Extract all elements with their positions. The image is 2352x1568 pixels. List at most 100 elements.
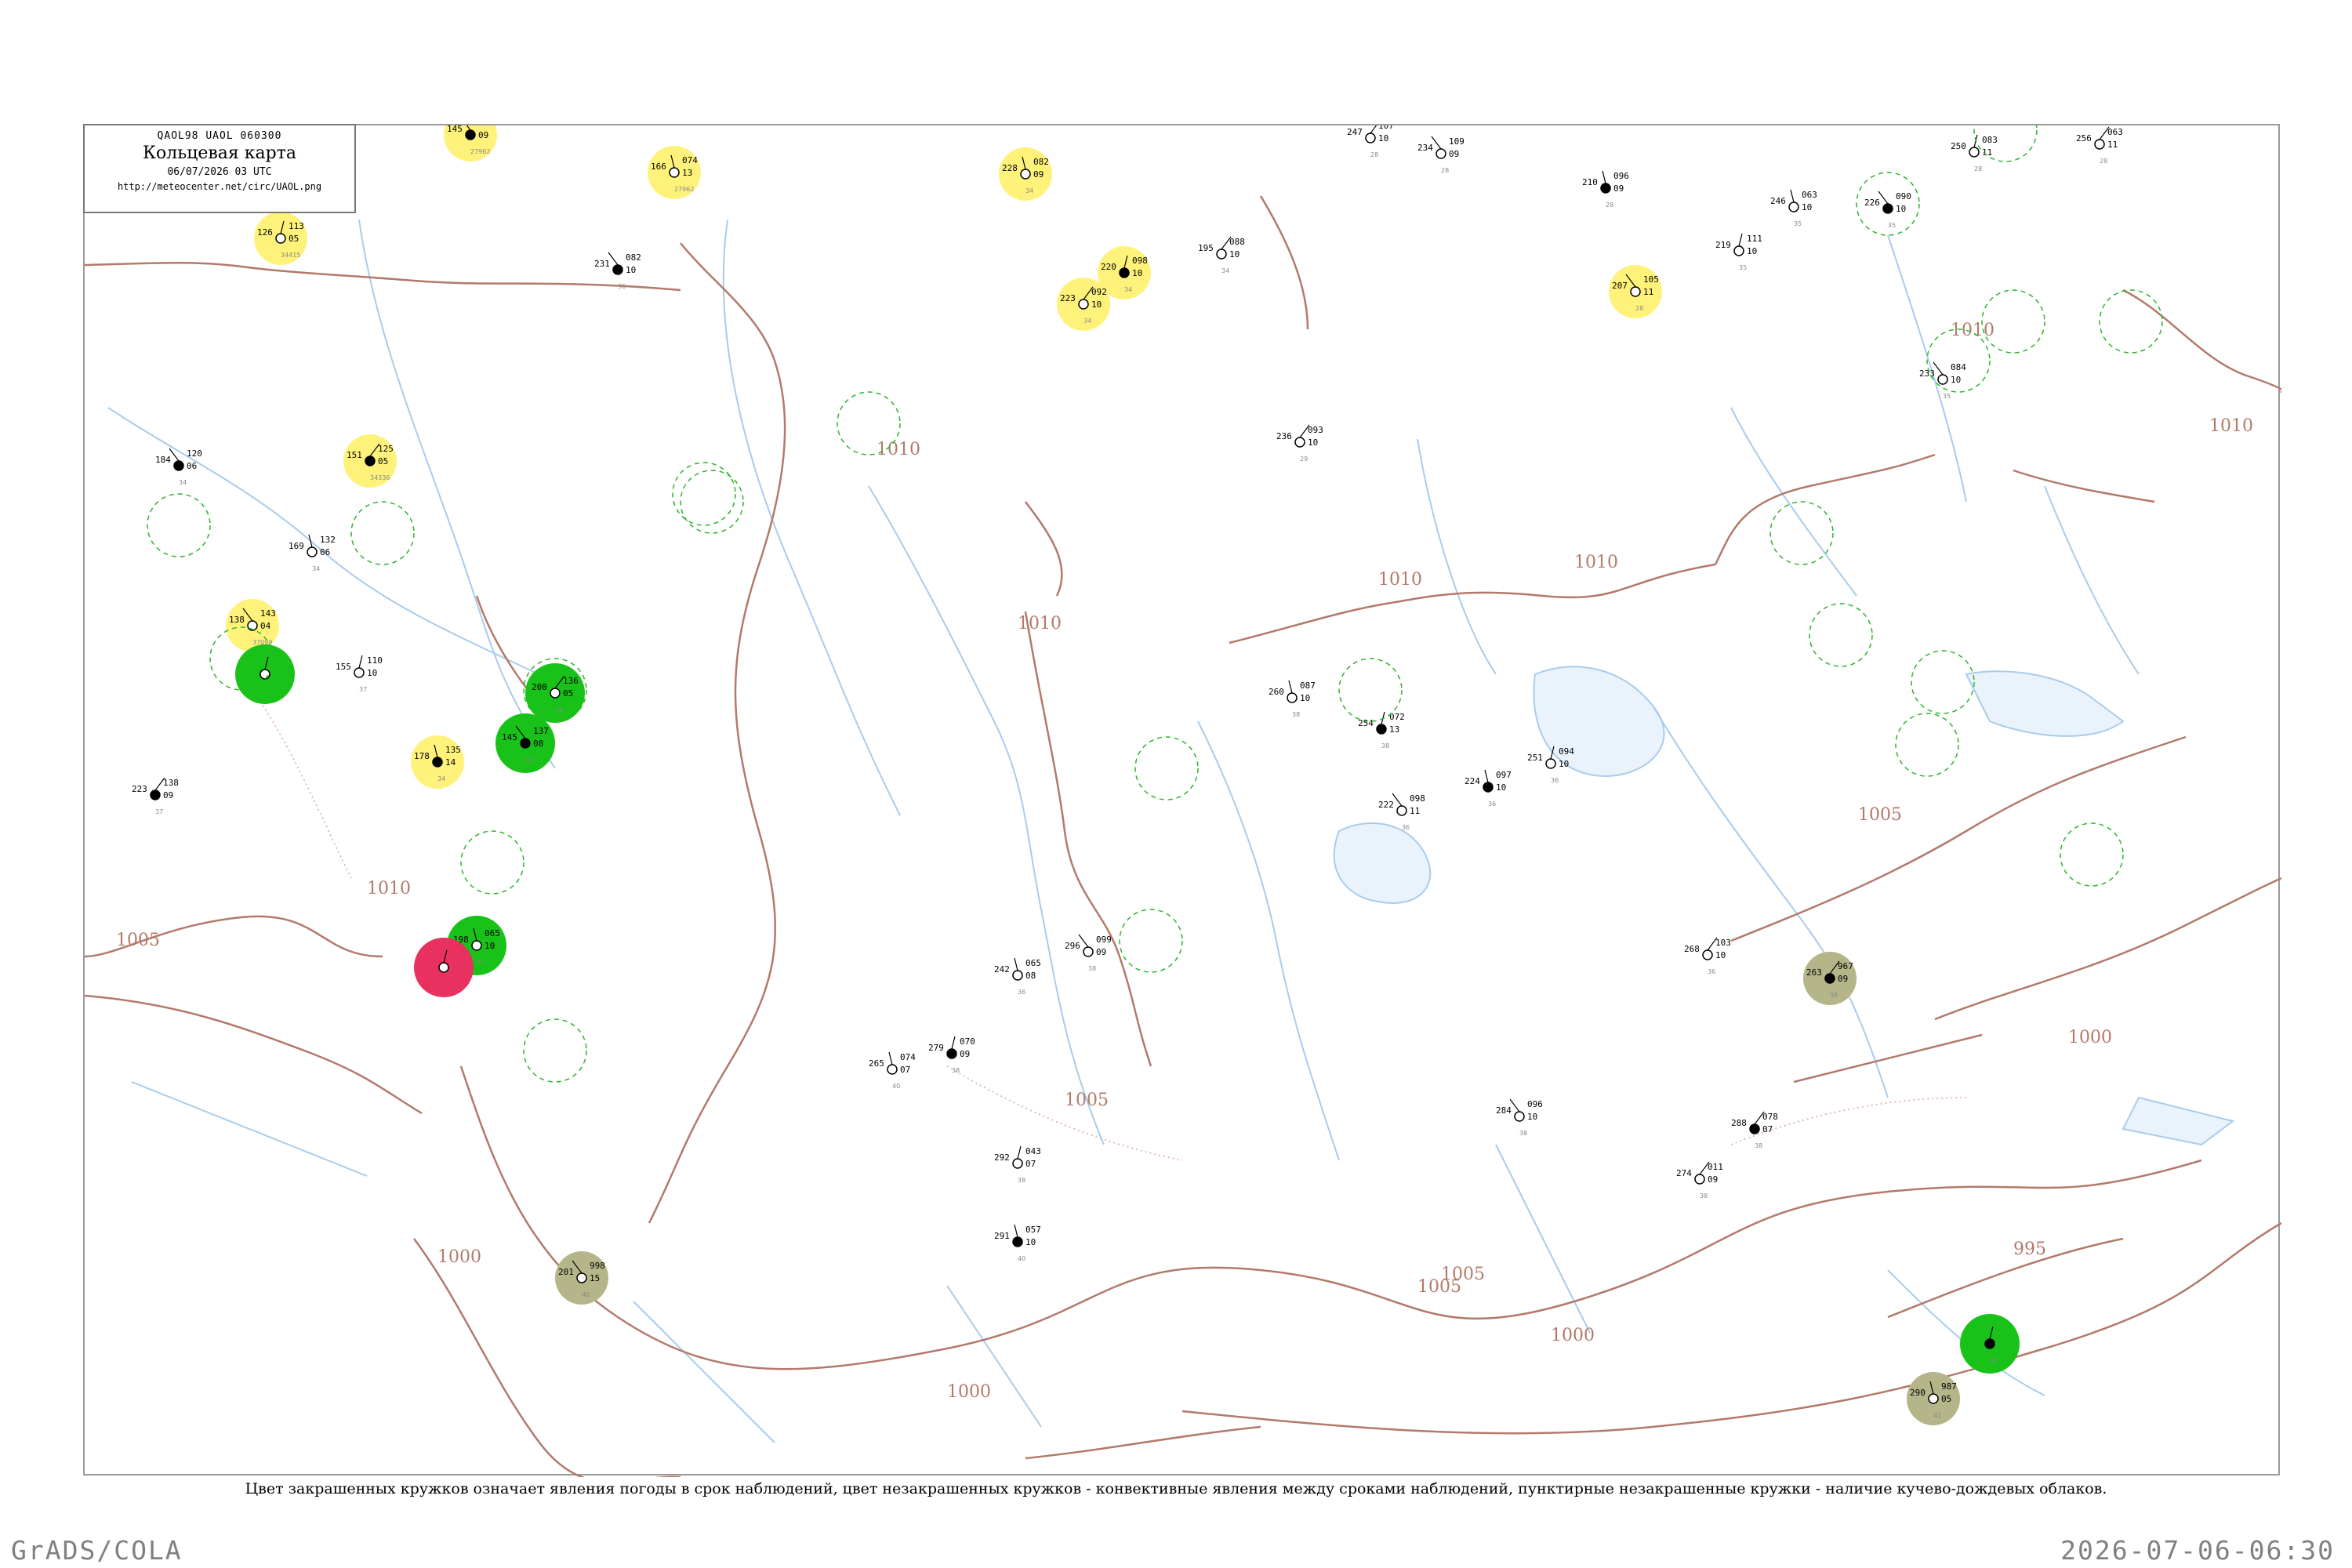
station-pressure: 065 xyxy=(1025,958,1041,968)
station-plot: 260 087 10 38 xyxy=(1269,680,1316,718)
isobar-label: 1000 xyxy=(1551,1326,1595,1345)
wind-barb xyxy=(1014,957,1018,971)
station-temperature: 184 xyxy=(155,455,171,465)
cloud-cover-symbol xyxy=(1012,1236,1023,1247)
wind-barb xyxy=(1014,1224,1018,1238)
station-tendency: 10 xyxy=(1025,1237,1036,1247)
station-plot: 2500831128 xyxy=(1951,134,1998,172)
station-index: 40 xyxy=(1018,1255,1025,1262)
station-pressure: 063 xyxy=(1802,190,1817,200)
station-tendency: 10 xyxy=(1496,782,1506,793)
station-temperature: 268 xyxy=(1684,944,1700,954)
wind-barb xyxy=(951,1036,956,1050)
station-plot: 256 063 11 28 xyxy=(2076,126,2123,165)
station-index: 35 xyxy=(1739,264,1747,271)
station-temperature: 219 xyxy=(1715,240,1731,250)
cloud-cover-symbol xyxy=(1083,946,1094,957)
wind-barb xyxy=(1288,680,1293,694)
cloud-cover-symbol xyxy=(1436,148,1446,159)
station-tendency: 09 xyxy=(1613,183,1624,194)
station-pressure: 088 xyxy=(1229,237,1245,247)
station-plot: 291 057 10 40 xyxy=(994,1224,1041,1262)
station-index: 34 xyxy=(525,757,533,764)
cumulonimbus-circle xyxy=(350,501,415,565)
station-tendency: 09 xyxy=(163,790,173,800)
isobar-label: 1010 xyxy=(877,440,920,459)
cloud-cover-symbol xyxy=(1788,201,1799,212)
wind-barb xyxy=(1484,769,1489,783)
station-temperature: 155 xyxy=(336,662,351,672)
legend-caption: Цвет закрашенных кружков означает явлени… xyxy=(245,1480,2107,1497)
isobar-label: 1010 xyxy=(1378,570,1422,590)
cloud-cover-symbol xyxy=(1749,1123,1760,1134)
station-tendency: 07 xyxy=(1025,1159,1036,1169)
station-tendency: 10 xyxy=(626,265,636,275)
station-temperature: 151 xyxy=(347,450,362,460)
title-box: QAOL98 UAOL 060300 Кольцевая карта 06/07… xyxy=(83,124,356,213)
station-index: 35 xyxy=(1794,220,1802,227)
station-tendency: 10 xyxy=(1091,299,1102,310)
wind-barb xyxy=(1738,233,1743,247)
cloud-cover-symbol xyxy=(1012,1158,1023,1169)
station-index: 38 xyxy=(1755,1142,1762,1149)
station-pressure: 074 xyxy=(900,1052,916,1062)
cloud-cover-symbol xyxy=(1514,1111,1525,1122)
station-plot: 223 138 09 37 xyxy=(132,777,179,815)
cloud-cover-symbol xyxy=(307,546,318,557)
cumulonimbus-circle xyxy=(1769,501,1834,565)
water-layer xyxy=(1333,666,2235,1146)
station-tendency: 10 xyxy=(1802,202,1812,212)
cloud-cover-symbol xyxy=(465,129,476,140)
cumulonimbus-circle xyxy=(523,1018,587,1083)
station-index: 34 xyxy=(1124,286,1132,293)
station-index: 28 xyxy=(1370,151,1378,158)
station-plot: 223 092 10 34 xyxy=(1057,278,1110,331)
station-index: 35 xyxy=(1943,393,1951,400)
cloud-cover-symbol xyxy=(1294,437,1305,448)
cloud-cover-symbol xyxy=(1287,692,1298,703)
cloud-cover-symbol xyxy=(432,757,443,768)
station-pressure: 096 xyxy=(1527,1099,1543,1109)
station-tendency: 09 xyxy=(1838,974,1848,984)
cloud-cover-symbol xyxy=(275,233,286,244)
cloud-cover-symbol xyxy=(669,167,680,178)
station-plot: 155 110 10 37 xyxy=(336,655,383,693)
station-tendency: 10 xyxy=(1559,759,1569,769)
station-index: 38 xyxy=(1830,992,1838,999)
cloud-cover-symbol xyxy=(612,264,623,275)
cumulonimbus-circle xyxy=(2099,289,2163,354)
station-temperature: 260 xyxy=(1269,687,1284,697)
station-temperature: 265 xyxy=(869,1058,884,1069)
cloud-cover-symbol xyxy=(150,789,161,800)
cloud-cover-symbol xyxy=(576,1272,587,1283)
station-temperature: 178 xyxy=(414,751,430,761)
isobar-layer xyxy=(85,195,2281,1477)
station-index: 28 xyxy=(2100,158,2107,165)
station-tendency: 04 xyxy=(260,621,271,631)
cloud-cover-symbol xyxy=(438,962,449,973)
timestamp: 2026-07-06-06:30 xyxy=(2060,1535,2335,1566)
station-tendency: 09 xyxy=(1096,947,1106,957)
cumulonimbus-circle xyxy=(1809,603,1873,667)
station-temperature: 223 xyxy=(132,784,147,794)
cloud-cover-symbol xyxy=(1984,1338,1995,1349)
station-temperature: 236 xyxy=(1276,431,1292,441)
station-temperature: 195 xyxy=(1198,243,1214,253)
station-index: 34 xyxy=(1221,267,1229,274)
software-credit: GrADS/COLA xyxy=(11,1535,183,1566)
station-tendency: 10 xyxy=(1951,375,1961,385)
cloud-cover-symbol xyxy=(1216,249,1227,260)
cloud-cover-symbol xyxy=(260,669,270,680)
station-index: 27962 xyxy=(674,186,694,193)
cumulonimbus-circle xyxy=(1911,650,1975,714)
station-plot xyxy=(414,938,474,997)
isobar-label: 1005 xyxy=(1441,1265,1485,1284)
station-index: 36 xyxy=(1708,968,1715,975)
station-plot: 236 093 10 29 xyxy=(1276,424,1323,463)
station-temperature: 169 xyxy=(289,541,304,551)
station-pressure: 099 xyxy=(1096,935,1112,945)
station-plot: 195 088 1034 xyxy=(1198,236,1245,274)
station-temperature: 224 xyxy=(1465,776,1480,786)
map-url[interactable]: http://meteocenter.net/circ/UAOL.png xyxy=(85,181,354,192)
wind-barb xyxy=(358,655,363,669)
